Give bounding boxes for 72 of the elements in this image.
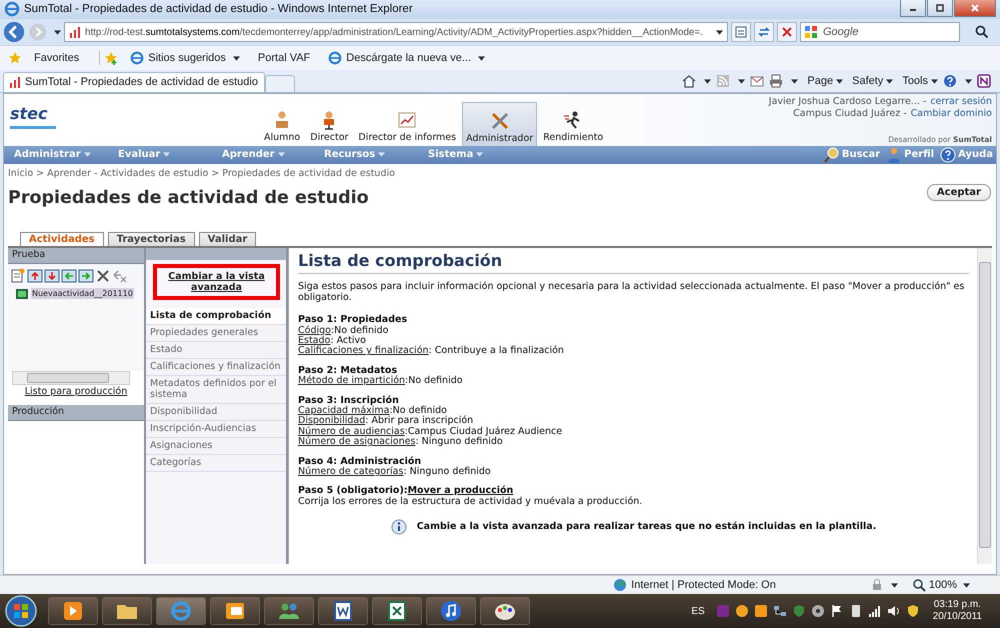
command-menu[interactable]: Safety	[852, 75, 894, 88]
nav-item[interactable]: Categorías	[146, 454, 286, 472]
command-menu[interactable]: Page	[807, 75, 844, 88]
language-indicator[interactable]: ES	[691, 606, 705, 616]
browser-tab[interactable]: SumTotal - Propiedades de actividad de estudio	[3, 72, 265, 92]
role-tab[interactable]: Rendimiento	[539, 106, 608, 146]
logo: stec	[10, 104, 56, 129]
panel-header: Prueba	[8, 248, 144, 264]
panel-header: Producción	[8, 404, 144, 421]
detail-line: Método de impartición:No definido	[298, 376, 464, 387]
zoom-button[interactable]: 100%	[912, 578, 970, 592]
favorites-bar-item[interactable]: Sitios sugeridos	[124, 49, 246, 68]
field-link[interactable]: Número de audiencias	[298, 426, 405, 437]
nav-item[interactable]: Calificaciones y finalización	[146, 358, 286, 376]
detail-line: Calificaciones y finalización: Contribuye a la finalización	[298, 346, 565, 357]
nav-item[interactable]: Metadatos definidos por el sistema	[146, 376, 286, 404]
breadcrumb: Inicio > Aprender - Actividades de estudio > Propiedades de actividad de estudio	[8, 168, 396, 179]
favorites-bar-item[interactable]: Portal VAF	[252, 50, 316, 66]
favorites-bar-item[interactable]: Descárgate la nueva ve...	[322, 49, 492, 68]
step-text: Corrija los errores de la estructura de actividad y muévala a producción.	[298, 496, 644, 508]
logout-link[interactable]: cerrar sesión	[930, 96, 992, 108]
step-heading: Paso 3: Inscripción	[298, 396, 400, 406]
clock[interactable]: 03:19 p.m. 20/10/2011	[932, 599, 996, 623]
user-name: Javier Joshua Cardoso Legarre... -	[768, 96, 926, 108]
nav-item[interactable]: Lista de comprobación	[146, 308, 286, 325]
field-link[interactable]: Disponibilidad	[298, 415, 366, 426]
field-link[interactable]: Método de impartición	[298, 375, 406, 386]
step-heading: Paso 1: Propiedades	[298, 315, 408, 326]
search-field[interactable]: Google	[800, 22, 960, 42]
nav-item[interactable]: Estado	[146, 342, 286, 359]
detail-line: Número de audiencias:Campus Ciudad Juárez Audience	[298, 426, 564, 437]
field-link[interactable]: Calificaciones y finalización	[298, 345, 429, 356]
nav-item[interactable]: Propiedades generales	[146, 324, 286, 342]
command-menu[interactable]: Tools	[902, 75, 938, 88]
tab[interactable]: Actividades	[20, 232, 104, 246]
nav-item[interactable]: Disponibilidad	[146, 404, 286, 421]
nav-item[interactable]: Asignaciones	[146, 438, 286, 455]
detail-line: Número de categorías: Ninguno definido	[298, 467, 492, 478]
detail-line: Disponibilidad: Abrir para inscripción	[298, 416, 474, 426]
zone-indicator: Internet | Protected Mode: On	[613, 578, 776, 592]
move-to-production-link[interactable]: Mover a producción	[408, 485, 514, 496]
field-link[interactable]: Número de asignaciones	[298, 436, 416, 448]
step-heading: Paso 4: Administración	[298, 456, 422, 467]
step-heading: Paso 5 (obligatorio):Mover a producción	[298, 486, 514, 496]
role-tab[interactable]: Director	[306, 106, 352, 146]
ready-for-production-link[interactable]: Listo para producción	[24, 384, 128, 405]
field-link[interactable]: Código	[298, 324, 331, 336]
campus-name: Campus Ciudad Juárez -	[793, 108, 907, 120]
step-heading: Paso 2: Metadatos	[298, 366, 398, 376]
tab[interactable]: Validar	[198, 232, 256, 246]
accept-button[interactable]: Aceptar	[926, 184, 991, 201]
nav-item[interactable]: Inscripción-Audiencias	[146, 420, 286, 438]
change-domain-link[interactable]: Cambiar dominio	[910, 108, 992, 120]
detail-line: Estado: Activo	[298, 336, 367, 346]
detail-line: Número de asignaciones: Ninguno definido	[298, 437, 504, 448]
info-note: Cambie a la vista avanzada para realizar tareas que no están incluidas en la plantilla.	[416, 522, 876, 532]
favorites-bar-item[interactable]: Favorites	[28, 50, 86, 66]
tab[interactable]: Trayectorias	[108, 232, 195, 246]
page-title: Propiedades de actividad de estudio	[8, 188, 369, 208]
field-link[interactable]: Estado	[298, 334, 330, 346]
role-tab[interactable]: Alumno	[260, 106, 304, 146]
intro-paragraph: Siga estos pasos para incluir información opcional y necesaria para la actividad seleccionada actualmente. El paso "Mover a producción" es obligatorio.	[298, 282, 966, 304]
section-title: Lista de comprobación	[298, 256, 969, 274]
field-link[interactable]: Número de categorías	[298, 466, 404, 478]
role-tab[interactable]: Director de informes	[354, 106, 460, 146]
field-link[interactable]: Capacidad máxima	[298, 404, 390, 416]
role-tab[interactable]: Administrador	[462, 102, 538, 146]
window-title: SumTotal - Propiedades de actividad de estudio - Windows Internet Explorer	[24, 3, 414, 16]
address-field[interactable]: http://rod-test.sumtotalsystems.com/tecdemonterrey/app/administration/Learning/Activity/ADM_ActivityProperties.aspx?hidden__ActionMode=.	[64, 22, 728, 42]
detail-line: Código:No definido	[298, 326, 390, 336]
detail-line: Capacidad máxima:No definido	[298, 406, 447, 416]
tree-item[interactable]: Nuevaactividad__201110	[31, 288, 134, 300]
